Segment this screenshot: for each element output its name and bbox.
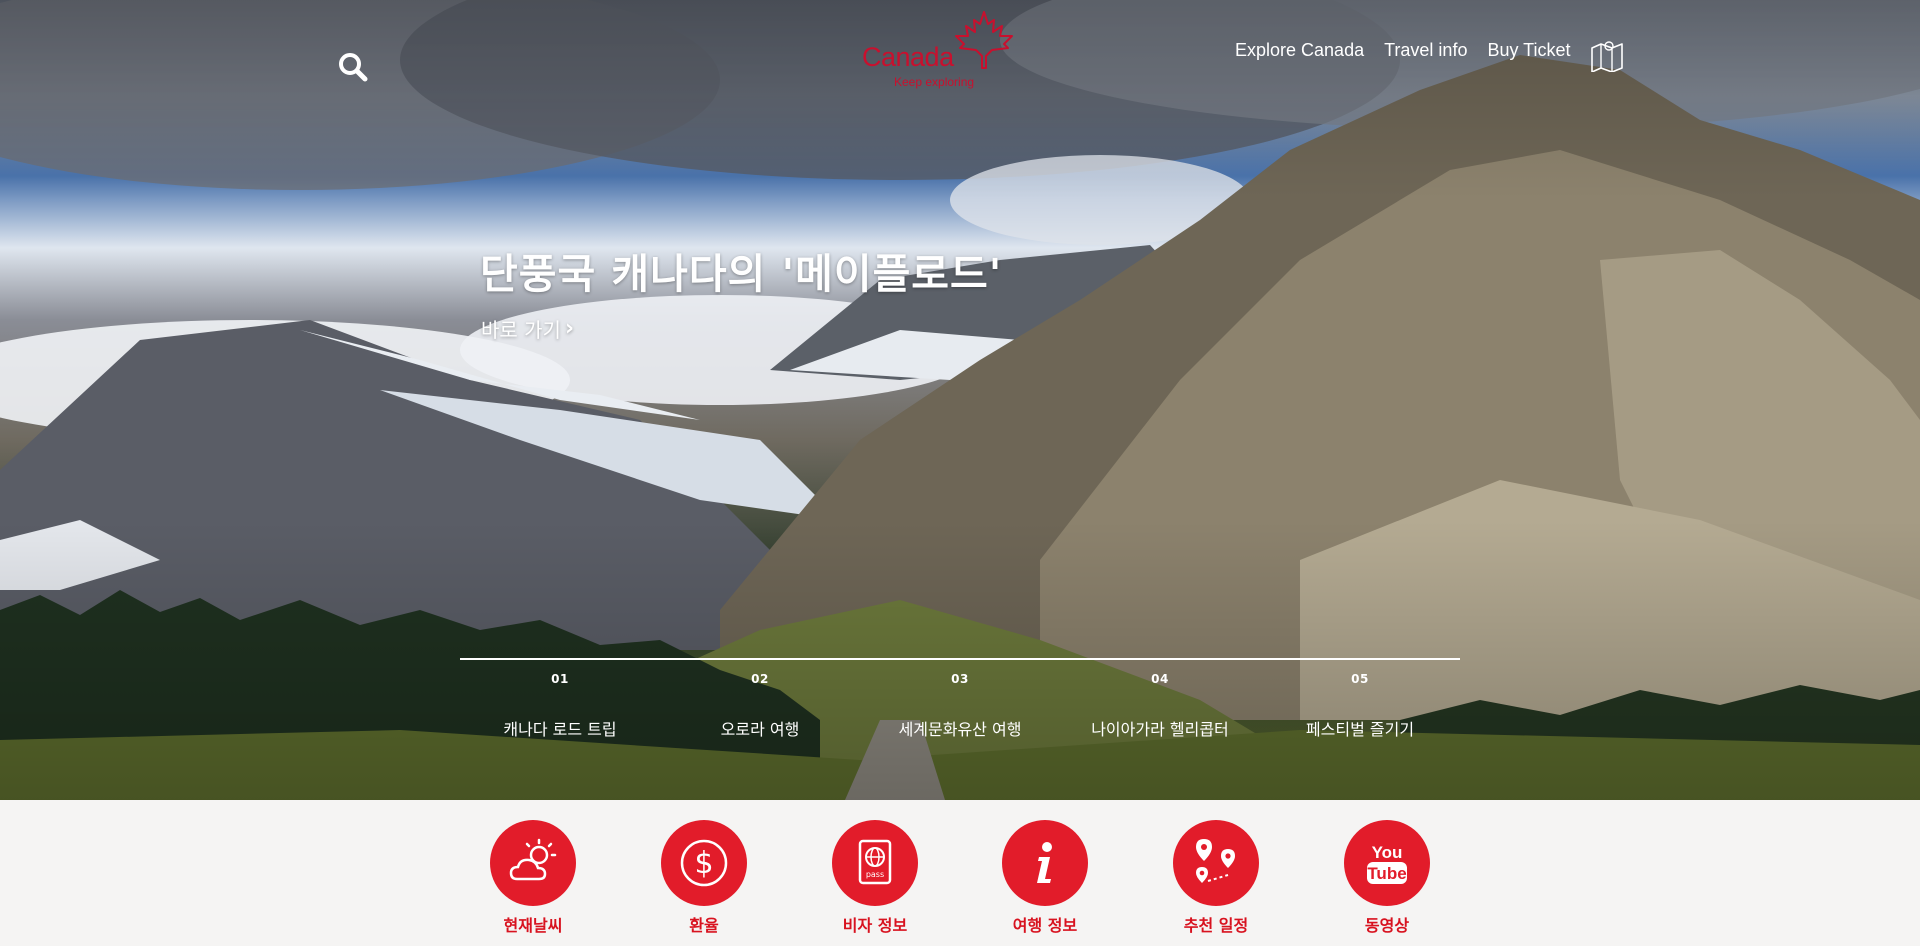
quick-exchange-circle: $	[661, 820, 747, 906]
slide-label: 세계문화유산 여행	[898, 720, 1022, 739]
slide-tab-3[interactable]: 03 세계문화유산 여행	[860, 672, 1060, 740]
quick-video-circle: You Tube	[1344, 820, 1430, 906]
logo-tagline: Keep exploring	[894, 75, 975, 89]
nav-travel-info[interactable]: Travel info	[1384, 40, 1467, 61]
quick-exchange-label: 환율	[689, 916, 719, 935]
slide-progress-line	[460, 658, 1460, 660]
map-icon	[1591, 41, 1623, 73]
canada-logo[interactable]: Canada Keep exploring	[862, 10, 1022, 90]
go-link-label: 바로 가기	[481, 318, 561, 342]
quick-weather-label: 현재날씨	[503, 916, 563, 935]
route-icon	[1196, 839, 1235, 883]
logo-brand: Canada	[862, 42, 954, 72]
map-button[interactable]	[1590, 38, 1624, 73]
quick-video[interactable]: You Tube 동영상	[1327, 820, 1447, 936]
slide-number: 03	[951, 672, 969, 686]
quick-video-label: 동영상	[1364, 916, 1410, 935]
search-button[interactable]	[336, 50, 370, 84]
quick-itinerary-circle	[1173, 820, 1259, 906]
hero-headline: 단풍국 캐나다의 '메이플로드'	[480, 250, 1003, 298]
youtube-icon: You Tube	[1367, 843, 1407, 884]
nav-explore-canada[interactable]: Explore Canada	[1235, 40, 1364, 61]
quick-travel-info[interactable]: 여행 정보	[985, 820, 1105, 936]
quick-visa-label: 비자 정보	[842, 916, 908, 935]
slide-number: 05	[1351, 672, 1369, 686]
svg-text:pass: pass	[866, 870, 884, 879]
quick-info-label: 여행 정보	[1012, 916, 1078, 935]
slide-tab-1[interactable]: 01 캐나다 로드 트립	[460, 672, 660, 740]
quick-visa-circle: pass	[832, 820, 918, 906]
go-link[interactable]: 바로 가기 ›	[481, 314, 574, 343]
quick-itinerary-label: 추천 일정	[1183, 916, 1249, 935]
dollar-icon: $	[680, 839, 728, 887]
svg-text:You: You	[1372, 843, 1403, 862]
slide-label: 캐나다 로드 트립	[503, 720, 617, 739]
quick-info-circle	[1002, 820, 1088, 906]
slide-tab-4[interactable]: 04 나이아가라 헬리콥터	[1060, 672, 1260, 740]
search-icon	[339, 53, 368, 82]
slide-tab-5[interactable]: 05 페스티벌 즐기기	[1260, 672, 1460, 740]
slide-label: 페스티벌 즐기기	[1305, 720, 1415, 739]
main-nav: Explore Canada Travel info Buy Ticket	[1235, 40, 1571, 61]
slide-number: 01	[551, 672, 569, 686]
svg-text:$: $	[694, 846, 713, 881]
quick-weather-circle	[490, 820, 576, 906]
info-icon	[1037, 842, 1052, 883]
svg-text:Tube: Tube	[1367, 864, 1406, 883]
passport-icon: pass	[858, 839, 892, 885]
quick-exchange-rate[interactable]: $ 환율	[644, 820, 764, 936]
slide-tab-2[interactable]: 02 오로라 여행	[660, 672, 860, 740]
quick-visa[interactable]: pass 비자 정보	[815, 820, 935, 936]
quick-weather[interactable]: 현재날씨	[473, 820, 593, 936]
quick-itinerary[interactable]: 추천 일정	[1156, 820, 1276, 936]
slide-label: 나이아가라 헬리콥터	[1091, 720, 1229, 739]
nav-buy-ticket[interactable]: Buy Ticket	[1487, 40, 1570, 61]
maple-leaf-icon	[955, 11, 1013, 69]
slide-number: 04	[1151, 672, 1169, 686]
slide-label: 오로라 여행	[720, 720, 800, 739]
slide-number: 02	[751, 672, 769, 686]
weather-icon	[509, 838, 557, 881]
chevron-right-icon: ›	[564, 316, 575, 341]
